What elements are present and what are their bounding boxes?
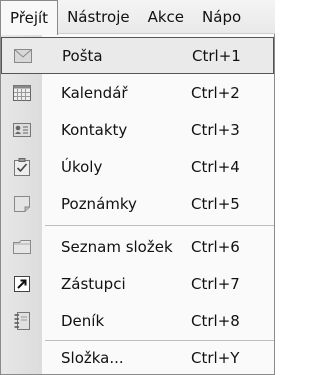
menu-item-shortcut: Ctrl+1 [192, 46, 241, 65]
menu-item-shortcut: Ctrl+2 [191, 83, 240, 102]
calendar-icon [1, 74, 42, 111]
menu-item-label: Deník [61, 311, 105, 330]
menu-item-seznam-slozek[interactable]: Seznam složek Ctrl+6 [1, 228, 274, 265]
go-menu-dropdown: Pošta Ctrl+1 Kalendář Ctrl+2 Kontakty Ct… [0, 34, 275, 375]
menu-item-label: Pošta [62, 46, 103, 65]
menu-prejit[interactable]: Přejít [0, 0, 59, 35]
contacts-icon [1, 111, 42, 148]
menu-akce[interactable]: Akce [139, 0, 193, 34]
empty-icon-slot [1, 339, 42, 375]
menu-item-shortcut: Ctrl+6 [191, 237, 240, 256]
menu-item-label: Zástupci [61, 274, 126, 293]
menu-item-label: Kontakty [61, 120, 128, 139]
mail-icon [2, 37, 43, 74]
menu-item-slozka[interactable]: Složka... Ctrl+Y [1, 339, 274, 375]
menu-item-poznamky[interactable]: Poznámky Ctrl+5 [1, 185, 274, 222]
tasks-icon [1, 148, 42, 185]
menu-item-shortcut: Ctrl+5 [191, 194, 240, 213]
menu-item-label: Kalendář [61, 83, 128, 102]
menu-item-shortcut: Ctrl+8 [191, 311, 240, 330]
menu-item-posta[interactable]: Pošta Ctrl+1 [1, 37, 274, 74]
menu-item-denik[interactable]: Deník Ctrl+8 [1, 302, 274, 339]
folder-list-icon [1, 228, 42, 265]
menu-napoveda[interactable]: Nápo [193, 0, 250, 34]
menu-item-zastupci[interactable]: Zástupci Ctrl+7 [1, 265, 274, 302]
menu-item-shortcut: Ctrl+3 [191, 120, 240, 139]
shortcuts-icon [1, 265, 42, 302]
menu-item-kontakty[interactable]: Kontakty Ctrl+3 [1, 111, 274, 148]
menu-item-ukoly[interactable]: Úkoly Ctrl+4 [1, 148, 274, 185]
journal-icon [1, 302, 42, 339]
menu-item-kalendar[interactable]: Kalendář Ctrl+2 [1, 74, 274, 111]
notes-icon [1, 185, 42, 222]
menu-item-label: Úkoly [61, 157, 103, 176]
menu-bar: Přejít Nástroje Akce Nápo [0, 0, 275, 35]
menu-nastroje[interactable]: Nástroje [58, 0, 139, 34]
menu-item-shortcut: Ctrl+Y [191, 348, 240, 367]
menu-item-label: Seznam složek [61, 237, 173, 256]
menu-item-shortcut: Ctrl+4 [191, 157, 240, 176]
menu-item-shortcut: Ctrl+7 [191, 274, 240, 293]
menu-separator [45, 225, 274, 226]
menu-item-label: Poznámky [61, 194, 137, 213]
menu-item-label: Složka... [61, 348, 124, 367]
